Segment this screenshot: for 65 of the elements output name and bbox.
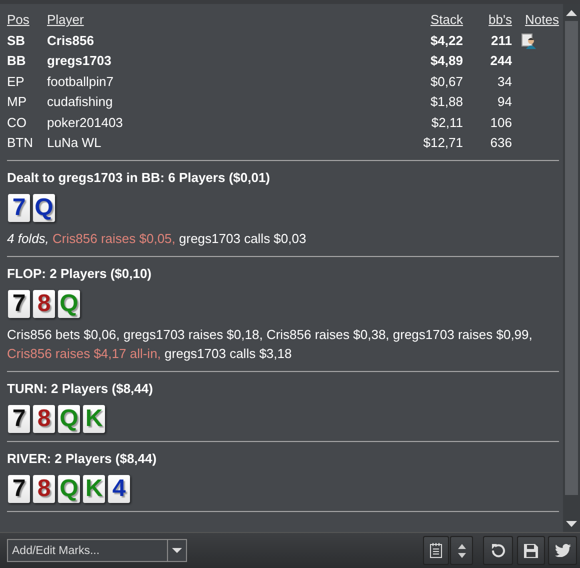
- player-header[interactable]: Player: [47, 10, 393, 30]
- bb-cell-text: 94: [496, 93, 512, 111]
- share-button[interactable]: [548, 536, 577, 565]
- scroll-up-arrow-icon[interactable]: [566, 10, 577, 16]
- playing-card: K: [83, 474, 105, 502]
- street-title: TURN: 2 Players ($8,44): [7, 380, 153, 396]
- playing-card: Q: [33, 194, 55, 222]
- scrollbar-thumb[interactable]: [565, 21, 578, 496]
- street-title: Dealt to gregs1703 in BB: 6 Players ($0,01): [7, 168, 270, 186]
- playing-card: 7: [8, 404, 30, 432]
- playing-card: 7: [8, 474, 30, 502]
- pos-header[interactable]: Pos: [7, 10, 47, 30]
- refresh-button[interactable]: [483, 536, 513, 565]
- position-cell-text: BB: [7, 52, 27, 70]
- playing-card: Q: [58, 290, 80, 318]
- bb-header[interactable]: bb's: [463, 10, 512, 30]
- sort-button[interactable]: [450, 536, 473, 565]
- scroll-down-arrow-icon[interactable]: [566, 520, 577, 526]
- bb-cell-text: 211: [490, 32, 512, 50]
- stack-cell-text: $2,11: [430, 114, 463, 132]
- position-cell-text: CO: [7, 114, 28, 132]
- stack-cell-text: $1,88: [429, 93, 463, 111]
- dropdown-button[interactable]: [168, 539, 187, 562]
- refresh-icon: [490, 543, 506, 558]
- action-text: Cris856 bets $0,06, gregs1703 raises $0,18, Cris856 raises $0,38, gregs1703 raises $0,99, Cris856 raises $4,17 all-in, gregs1703 calls $3,18: [7, 326, 534, 362]
- notes-header[interactable]: Notes: [512, 10, 559, 30]
- street-title: RIVER: 2 Players ($8,44): [7, 450, 157, 466]
- notepad-icon: [430, 543, 442, 558]
- bb-cell-text: 34: [496, 72, 512, 90]
- playing-card: 8: [33, 290, 55, 318]
- stack-cell-text: $4,22: [429, 32, 463, 50]
- note-icon[interactable]: [521, 32, 537, 49]
- playing-card: 7: [8, 194, 30, 222]
- save-button[interactable]: [517, 536, 545, 565]
- player-name: cudafishing: [47, 93, 114, 111]
- street-title: FLOP: 2 Players ($0,10): [7, 264, 152, 282]
- up-down-arrows-icon: [458, 544, 466, 558]
- player-name: Cris856: [47, 32, 95, 50]
- action-text: 4 folds, Cris856 raises $0,05, gregs1703 calls $0,03: [7, 230, 308, 248]
- stack-header[interactable]: Stack: [393, 10, 463, 30]
- playing-card: 8: [33, 404, 55, 432]
- dropdown-arrow-icon: [172, 548, 182, 553]
- playing-card: Q: [58, 474, 80, 502]
- playing-card: K: [83, 404, 105, 432]
- bb-cell-text: 636: [489, 134, 512, 152]
- playing-card: 7: [8, 290, 30, 318]
- player-name: footballpin7: [47, 72, 114, 91]
- player-name: poker201403: [47, 114, 124, 132]
- player-name: gregs1703: [47, 52, 112, 70]
- position-cell-text: MP: [7, 93, 28, 111]
- playing-card: Q: [58, 404, 80, 432]
- stack-cell-text: $12,71: [422, 134, 463, 152]
- notepad-button[interactable]: [423, 536, 449, 565]
- stack-cell-text: $4,89: [429, 52, 463, 70]
- player-name: LuNa WL: [47, 134, 102, 152]
- position-cell-text: EP: [7, 72, 26, 90]
- marks-field[interactable]: Add/Edit Marks...: [7, 539, 168, 562]
- playing-card: 4: [108, 474, 130, 502]
- position-cell-text: BTN: [7, 134, 34, 152]
- bird-icon: [554, 544, 570, 557]
- position-cell-text: SB: [7, 32, 26, 50]
- bb-cell-text: 244: [489, 52, 512, 70]
- bb-cell-text: 106: [489, 114, 512, 132]
- stack-cell-text: $0,67: [429, 72, 463, 90]
- playing-card: 8: [33, 474, 55, 502]
